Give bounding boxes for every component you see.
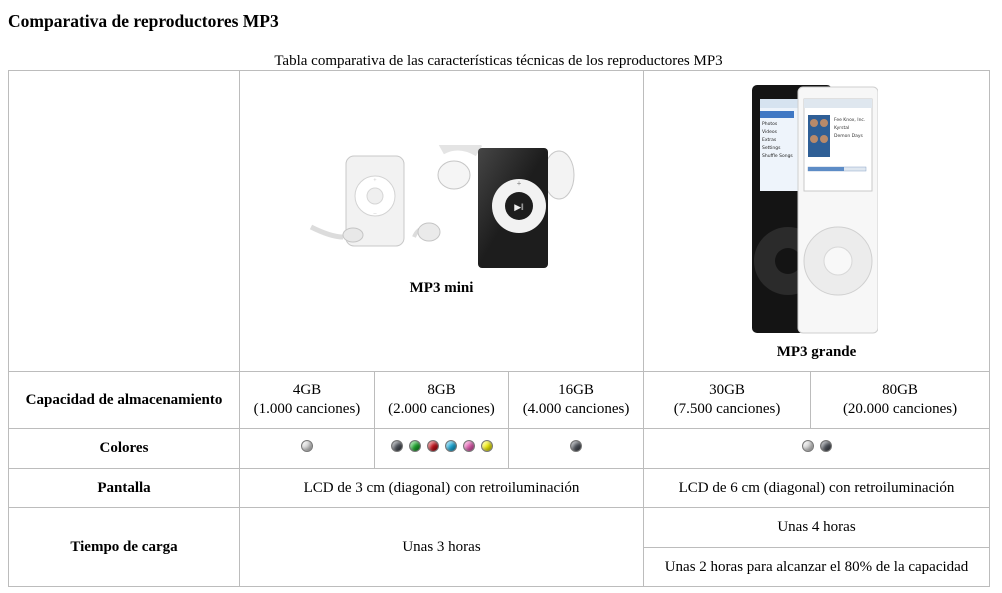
- charge-row: Tiempo de carga Unas 3 horas Unas 4 hora…: [8, 507, 991, 587]
- colors-cell: [507, 428, 645, 469]
- comparison-table: + – ▶‖ + MP3 mini Photos Videos Extras S…: [8, 70, 991, 587]
- svg-text:Demon Days: Demon Days: [834, 133, 864, 139]
- capacity-size: 8GB: [427, 382, 456, 398]
- color-swatch: [408, 440, 421, 452]
- capacity-cell: 8GB (2.000 canciones): [374, 371, 509, 429]
- capacity-songs: (4.000 canciones): [522, 401, 630, 417]
- white-large-player: Fee Knox, Inc. Kyrstal Demon Days: [797, 86, 879, 334]
- capacity-songs: (1.000 canciones): [253, 401, 361, 417]
- svg-text:+: +: [517, 179, 522, 188]
- svg-text:Shuffle Songs: Shuffle Songs: [762, 153, 793, 159]
- capacity-cell: 4GB (1.000 canciones): [239, 371, 375, 429]
- black-mini-player: ▶‖ +: [437, 145, 575, 268]
- screen-grande: LCD de 6 cm (diagonal) con retroiluminac…: [643, 468, 991, 508]
- mini-image-cell: + – ▶‖ + MP3 mini: [238, 70, 645, 372]
- capacity-size: 80GB: [882, 382, 918, 398]
- colors-row: Colores: [8, 428, 991, 469]
- empty-corner-cell: [8, 70, 240, 372]
- screen-row: Pantalla LCD de 3 cm (diagonal) con retr…: [8, 468, 991, 508]
- table-caption: Tabla comparativa de las características…: [274, 53, 723, 69]
- color-swatch: [301, 440, 313, 452]
- color-swatch: [801, 440, 814, 452]
- color-swatch: [819, 440, 832, 452]
- charge-label: Tiempo de carga: [8, 507, 240, 587]
- colors-cell: [239, 428, 375, 469]
- mp3-grande-label: MP3 grande: [776, 344, 857, 360]
- grande-image-cell: Photos Videos Extras Settings Shuffle Song…: [643, 70, 991, 372]
- color-swatch: [390, 440, 403, 452]
- capacity-row: Capacidad de almacenamiento 4GB (1.000 ca…: [8, 371, 991, 429]
- charge-mini: Unas 3 horas: [238, 507, 645, 587]
- color-swatch: [426, 440, 439, 452]
- color-swatches: [801, 440, 832, 452]
- charge-grande-full: Unas 4 horas: [643, 507, 991, 548]
- svg-text:Extras: Extras: [762, 137, 777, 143]
- mp3-grande-image: Photos Videos Extras Settings Shuffle Song…: [752, 85, 879, 334]
- capacity-songs: (2.000 canciones): [388, 401, 495, 417]
- color-swatches: [570, 440, 582, 452]
- charge-grande-partial: Unas 2 horas para alcanzar el 80% de la …: [643, 547, 991, 587]
- colors-label: Colores: [8, 428, 240, 469]
- mp3-mini-label: MP3 mini: [409, 280, 474, 296]
- capacity-cell: 30GB (7.500 canciones): [643, 371, 812, 429]
- color-swatches: [390, 440, 493, 452]
- svg-text:Fee Knox, Inc.: Fee Knox, Inc.: [834, 117, 865, 123]
- color-swatch: [462, 440, 475, 452]
- capacity-size: 30GB: [709, 382, 745, 398]
- svg-text:Settings: Settings: [762, 145, 781, 151]
- capacity-songs: (7.500 canciones): [673, 401, 781, 417]
- svg-text:Videos: Videos: [762, 129, 778, 135]
- color-swatch: [570, 440, 582, 452]
- capacity-cell: 16GB (4.000 canciones): [507, 371, 645, 429]
- capacity-songs: (20.000 canciones): [842, 401, 958, 417]
- svg-text:▶‖: ▶‖: [514, 202, 523, 212]
- images-row: + – ▶‖ + MP3 mini Photos Videos Extras S…: [8, 70, 991, 372]
- page-title: Comparativa de reproductores MP3: [8, 11, 279, 31]
- silver-mini-player: + –: [309, 155, 441, 247]
- color-swatches: [301, 440, 313, 452]
- svg-text:Kyrstal: Kyrstal: [834, 125, 849, 131]
- svg-text:Photos: Photos: [762, 121, 778, 127]
- capacity-cell: 80GB (20.000 canciones): [810, 371, 991, 429]
- color-swatch: [480, 440, 493, 452]
- screen-mini: LCD de 3 cm (diagonal) con retroiluminac…: [238, 468, 645, 508]
- colors-cell: [643, 428, 991, 469]
- capacity-label: Capacidad de almacenamiento: [8, 371, 240, 429]
- mp3-mini-image: + – ▶‖ +: [309, 145, 575, 268]
- color-swatch: [444, 440, 457, 452]
- capacity-size: 16GB: [558, 382, 594, 398]
- capacity-size: 4GB: [292, 382, 322, 398]
- colors-cell: [374, 428, 509, 469]
- screen-label: Pantalla: [8, 468, 240, 508]
